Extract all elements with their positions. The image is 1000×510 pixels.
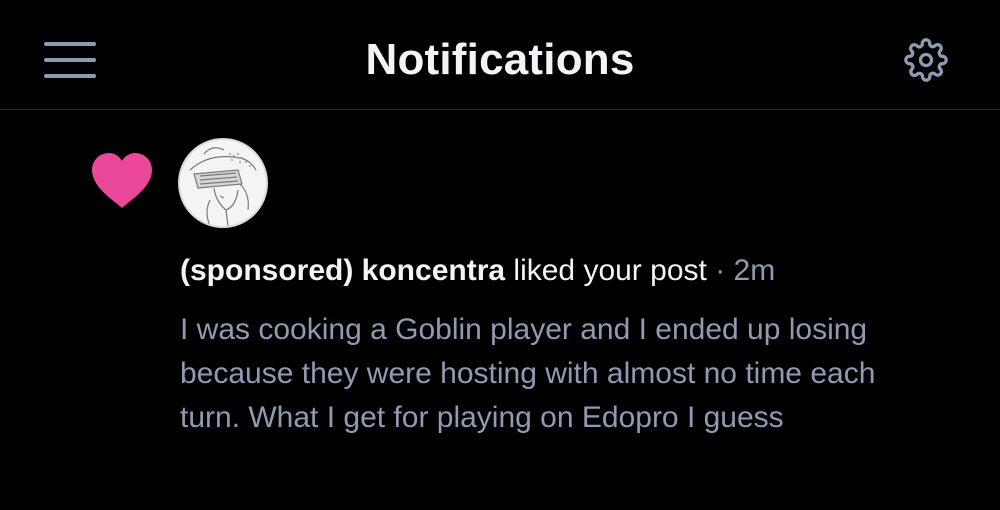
page-title: Notifications <box>365 35 635 84</box>
separator-dot: · <box>715 254 726 287</box>
notifications-screen: Notifications (sponsored) koncentra like… <box>0 0 1000 510</box>
gear-icon <box>904 38 948 82</box>
avatar-image <box>180 140 266 226</box>
user-name-link[interactable]: (sponsored) koncentra <box>180 254 505 287</box>
post-preview-text[interactable]: I was cooking a Goblin player and I ende… <box>180 308 940 440</box>
timestamp: 2m <box>733 254 776 287</box>
heart-icon <box>92 153 152 208</box>
action-text: liked your post <box>513 254 707 287</box>
settings-button[interactable] <box>900 36 952 84</box>
avatar[interactable] <box>178 138 268 228</box>
app-header: Notifications <box>0 0 1000 110</box>
notification-headline: (sponsored) koncentra liked your post · … <box>180 250 980 292</box>
